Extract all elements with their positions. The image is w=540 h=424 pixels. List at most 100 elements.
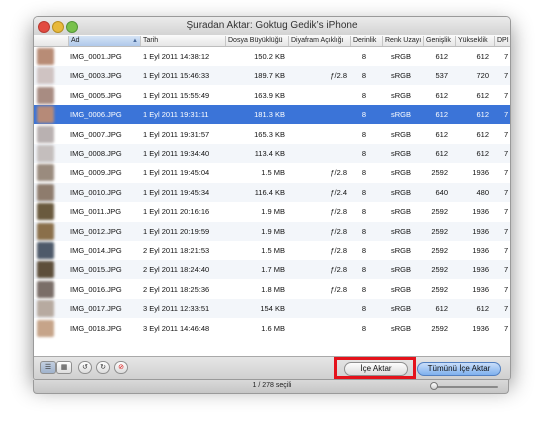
table-row[interactable]: IMG_0005.JPG 1 Eyl 2011 15:55:49 163.9 KB 8… [34, 86, 510, 105]
cell-date: 1 Eyl 2011 19:45:34 [143, 187, 210, 197]
table-row[interactable]: IMG_0016.JPG 2 Eyl 2011 18:25:36 1.8 MB ƒ/2… [34, 280, 510, 299]
cell-date: 1 Eyl 2011 19:31:11 [143, 110, 209, 120]
cell-size: 150.2 KB [254, 52, 285, 61]
table-row[interactable]: IMG_0009.JPG 1 Eyl 2011 19:45:04 1.5 MB ƒ/2… [34, 163, 510, 182]
table-row[interactable]: IMG_0014.JPG 2 Eyl 2011 18:21:53 1.5 MB ƒ/2… [34, 241, 510, 260]
cell-height: 1936 [472, 284, 489, 294]
cell-height: 612 [476, 149, 489, 158]
table-row[interactable]: IMG_0018.JPG 3 Eyl 2011 14:46:48 1.6 MB 8 sR… [34, 319, 510, 338]
title-bar[interactable]: Şuradan Aktar: Goktug Gedik’s iPhone [34, 17, 510, 36]
cell-dpi: 7 [504, 265, 509, 275]
grid-view-icon: ▦ [60, 364, 68, 371]
rotate-left-button[interactable]: ↺ [78, 361, 92, 374]
cell-depth: 8 [361, 226, 366, 236]
cell-depth: 8 [361, 284, 366, 294]
cell-aperture: ƒ/2.8 [330, 71, 347, 81]
cell-width: 2592 [431, 284, 448, 294]
table-row[interactable]: IMG_0003.JPG 1 Eyl 2011 15:46:33 189.7 KB ƒ… [34, 66, 510, 86]
cell-dpi: 7 [504, 323, 509, 333]
list-view-button[interactable]: ☰ [40, 361, 56, 374]
cell-width: 537 [435, 71, 448, 81]
cell-date: 1 Eyl 2011 20:16:16 [143, 207, 210, 217]
column-header-aperture[interactable]: Diyafram Açıklığı [288, 36, 350, 46]
cell-depth: 8 [361, 52, 366, 61]
cell-name: IMG_0011.JPG [70, 207, 122, 217]
cell-width: 612 [435, 129, 448, 139]
cell-dpi: 7 [504, 52, 509, 61]
photo-thumbnail [37, 183, 54, 201]
column-header-size[interactable]: Dosya Büyüklüğü [225, 36, 288, 46]
import-all-button[interactable]: Tümünü İçe Aktar [417, 362, 501, 376]
cell-size: 165.3 KB [254, 129, 285, 139]
sort-ascending-icon: ▲ [132, 38, 138, 44]
cell-name: IMG_0003.JPG [70, 71, 122, 81]
table-row[interactable]: IMG_0015.JPG 2 Eyl 2011 18:24:40 1.7 MB ƒ/2… [34, 260, 510, 280]
cell-size: 181.3 KB [254, 110, 285, 120]
cell-color: sRGB [391, 246, 412, 255]
table-row[interactable]: IMG_0006.JPG 1 Eyl 2011 19:31:11 181.3 KB 8… [34, 105, 510, 125]
photo-thumbnail [37, 48, 54, 65]
column-header-width[interactable]: Genişlik [423, 36, 455, 46]
cell-aperture: ƒ/2.8 [330, 168, 347, 178]
slider-knob[interactable] [430, 382, 438, 390]
delete-button[interactable]: ⊘ [114, 361, 128, 374]
cell-height: 612 [476, 52, 489, 61]
cell-color: sRGB [391, 304, 412, 314]
table-row[interactable]: IMG_0001.JPG 1 Eyl 2011 14:38:12 150.2 KB 8… [34, 47, 510, 66]
column-header-depth[interactable]: Derinlik [350, 36, 382, 46]
cell-name: IMG_0017.JPG [70, 304, 122, 314]
cell-height: 1936 [472, 323, 489, 333]
photo-thumbnail [37, 261, 54, 279]
cell-color: sRGB [391, 187, 412, 197]
table-row[interactable]: IMG_0011.JPG 1 Eyl 2011 20:16:16 1.9 MB ƒ/2… [34, 202, 510, 221]
cell-name: IMG_0018.JPG [70, 323, 122, 333]
grid-view-button[interactable]: ▦ [56, 361, 72, 374]
cell-width: 2592 [431, 246, 448, 255]
cell-height: 612 [476, 90, 489, 100]
cell-date: 3 Eyl 2011 12:33:51 [143, 304, 210, 314]
column-header-name[interactable]: Ad ▲ [68, 36, 140, 46]
rotate-right-icon: ↻ [100, 364, 106, 371]
photo-thumbnail [37, 164, 54, 182]
photo-list[interactable]: IMG_0001.JPG 1 Eyl 2011 14:38:12 150.2 KB 8… [34, 47, 510, 356]
cell-date: 1 Eyl 2011 19:31:57 [143, 129, 210, 139]
cell-width: 612 [435, 110, 448, 120]
thumbnail-size-slider[interactable] [432, 386, 498, 388]
rotate-right-button[interactable]: ↻ [96, 361, 110, 374]
import-window: Şuradan Aktar: Goktug Gedik’s iPhone Ad … [33, 16, 511, 380]
column-header-color-space[interactable]: Renk Uzayı [382, 36, 423, 46]
photo-thumbnail [37, 300, 54, 318]
photo-thumbnail [37, 319, 54, 337]
cell-aperture: ƒ/2.8 [330, 284, 347, 294]
bottom-toolbar: ☰ ▦ ↺ ↻ ⊘ İçe Aktar Tümünü İçe Aktar [34, 356, 510, 379]
cell-width: 2592 [431, 168, 448, 178]
photo-thumbnail [37, 242, 54, 259]
cell-name: IMG_0012.JPG [70, 226, 122, 236]
photo-thumbnail [37, 145, 54, 162]
table-row[interactable]: IMG_0010.JPG 1 Eyl 2011 19:45:34 116.4 KB ƒ… [34, 182, 510, 202]
column-header-date[interactable]: Tarih [140, 36, 225, 46]
table-row[interactable]: IMG_0007.JPG 1 Eyl 2011 19:31:57 165.3 KB 8… [34, 125, 510, 144]
table-row[interactable]: IMG_0012.JPG 1 Eyl 2011 20:19:59 1.9 MB ƒ/2… [34, 221, 510, 241]
cell-aperture: ƒ/2.8 [330, 265, 347, 275]
cell-aperture: ƒ/2.8 [330, 207, 347, 217]
rotate-left-icon: ↺ [82, 364, 88, 371]
cell-depth: 8 [361, 265, 366, 275]
cell-size: 1.7 MB [261, 265, 285, 275]
cell-name: IMG_0007.JPG [70, 129, 122, 139]
column-header-dpi[interactable]: DPI [494, 36, 510, 46]
cell-size: 1.8 MB [261, 284, 285, 294]
cell-width: 2592 [431, 226, 448, 236]
column-header-height[interactable]: Yükseklik [455, 36, 494, 46]
cell-height: 1936 [472, 226, 489, 236]
cell-dpi: 7 [504, 284, 509, 294]
cell-depth: 8 [361, 149, 366, 158]
cell-size: 1.9 MB [261, 226, 285, 236]
cell-height: 612 [476, 110, 489, 120]
cell-depth: 8 [361, 207, 366, 217]
cell-depth: 8 [361, 129, 366, 139]
photo-thumbnail [37, 203, 54, 221]
cell-name: IMG_0005.JPG [70, 90, 122, 100]
table-row[interactable]: IMG_0008.JPG 1 Eyl 2011 19:34:40 113.4 KB 8… [34, 144, 510, 163]
table-row[interactable]: IMG_0017.JPG 3 Eyl 2011 12:33:51 154 KB 8 sR… [34, 299, 510, 319]
